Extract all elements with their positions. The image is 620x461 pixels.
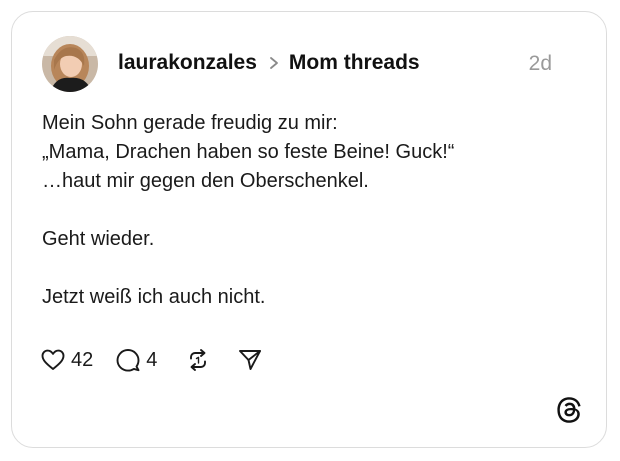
reply-count: 4	[146, 348, 158, 371]
share-button[interactable]	[237, 347, 263, 373]
repost-icon	[185, 347, 211, 373]
send-icon	[237, 347, 263, 373]
like-button[interactable]: 42	[40, 347, 93, 373]
post-timestamp: 2d	[528, 52, 552, 75]
post-text: Mein Sohn gerade freudig zu mir: „Mama, …	[42, 109, 582, 312]
author-name[interactable]: laurakonzales	[118, 50, 257, 76]
post-actions: 42 4	[40, 345, 285, 375]
heart-icon	[40, 347, 66, 373]
post-header: laurakonzales Mom threads	[118, 50, 420, 76]
avatar[interactable]	[42, 36, 98, 92]
post-body-text: Mein Sohn gerade freudig zu mir: „Mama, …	[42, 112, 455, 308]
comment-icon	[115, 347, 141, 373]
threads-logo-icon	[555, 395, 583, 425]
chevron-right-icon	[267, 50, 281, 76]
reply-button[interactable]: 4	[115, 347, 157, 373]
like-count: 42	[71, 348, 94, 371]
repost-button[interactable]	[185, 347, 211, 373]
post-card[interactable]: laurakonzales Mom threads 2d Mein Sohn g…	[11, 11, 607, 448]
community-name[interactable]: Mom threads	[289, 50, 420, 76]
